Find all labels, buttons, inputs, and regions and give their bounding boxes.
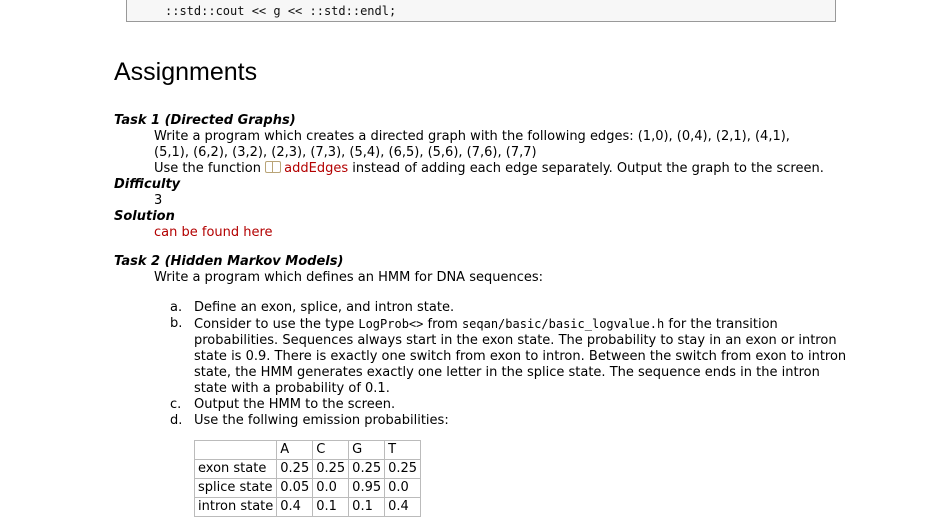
step-text-mid: from [427,317,458,332]
difficulty-value: 3 [154,193,163,208]
table-cell: 0.25 [276,459,314,479]
table-cell: 0.4 [384,497,422,517]
header-path-code: seqan/basic/basic_logvalue.h [461,317,665,331]
table-cell: 0.1 [348,497,386,517]
list-item: b. Consider to use the type LogProb<> fr… [170,316,854,397]
task1-line3-pre: Use the function [154,161,261,176]
difficulty-label: Difficulty [114,177,181,192]
task2-intro: Write a program which defines an HMM for… [154,270,544,285]
solution-link[interactable]: can be found here [154,225,273,240]
type-code: LogProb<> [358,317,424,331]
table-cell: 0.1 [312,497,350,517]
code-snippet: ::std::cout << g << ::std::endl; [165,4,397,18]
table-cell: exon state [193,459,278,479]
table-cell: 0.0 [312,478,350,498]
code-snippet-box: ::std::cout << g << ::std::endl; [126,0,836,22]
step-marker: b. [170,316,183,331]
step-marker: c. [170,397,182,412]
table-cell: intron state [193,497,278,517]
list-item: a. Define an exon, splice, and intron st… [170,300,854,316]
table-cell: 0.25 [312,459,350,479]
table-cell: splice state [193,478,278,498]
emission-table: A C G T exon state 0.25 0.25 0.25 0.25 s… [193,440,422,517]
table-header [193,440,278,460]
table-cell: 0.0 [384,478,422,498]
page-title: Assignments [114,58,258,86]
table-header: G [348,440,386,460]
table-header: T [384,440,422,460]
table-cell: 0.05 [276,478,314,498]
list-item: d. Use the follwing emission probabiliti… [170,413,854,429]
solution-label: Solution [114,209,175,224]
task1-line3-post: instead of adding each edge separately. … [352,161,824,176]
task1-line3: Use the function addEdges instead of add… [154,161,824,177]
table-header-row: A C G T [193,440,422,460]
step-marker: a. [170,300,183,315]
table-row: intron state 0.4 0.1 0.1 0.4 [193,497,422,517]
list-item: c. Output the HMM to the screen. [170,397,854,413]
step-text-pre: Consider to use the type [194,317,355,332]
step-marker: d. [170,413,183,428]
task2-title: Task 2 (Hidden Markov Models) [114,254,344,269]
table-header: C [312,440,350,460]
step-text: Define an exon, splice, and intron state… [194,300,455,315]
step-text: Output the HMM to the screen. [194,397,396,412]
step-text: Use the follwing emission probabilities: [194,413,449,428]
table-header: A [276,440,314,460]
task1-title: Task 1 (Directed Graphs) [114,113,296,128]
table-row: exon state 0.25 0.25 0.25 0.25 [193,459,422,479]
addedges-link[interactable]: addEdges [284,161,348,176]
task1-line2: (5,1), (6,2), (3,2), (2,3), (7,3), (5,4)… [154,145,537,160]
task2-steps: a. Define an exon, splice, and intron st… [170,300,854,429]
table-cell: 0.25 [348,459,386,479]
task1-line1: Write a program which creates a directed… [154,129,790,144]
table-cell: 0.95 [348,478,386,498]
table-cell: 0.4 [276,497,314,517]
table-row: splice state 0.05 0.0 0.95 0.0 [193,478,422,498]
table-cell: 0.25 [384,459,422,479]
book-icon [265,161,282,173]
